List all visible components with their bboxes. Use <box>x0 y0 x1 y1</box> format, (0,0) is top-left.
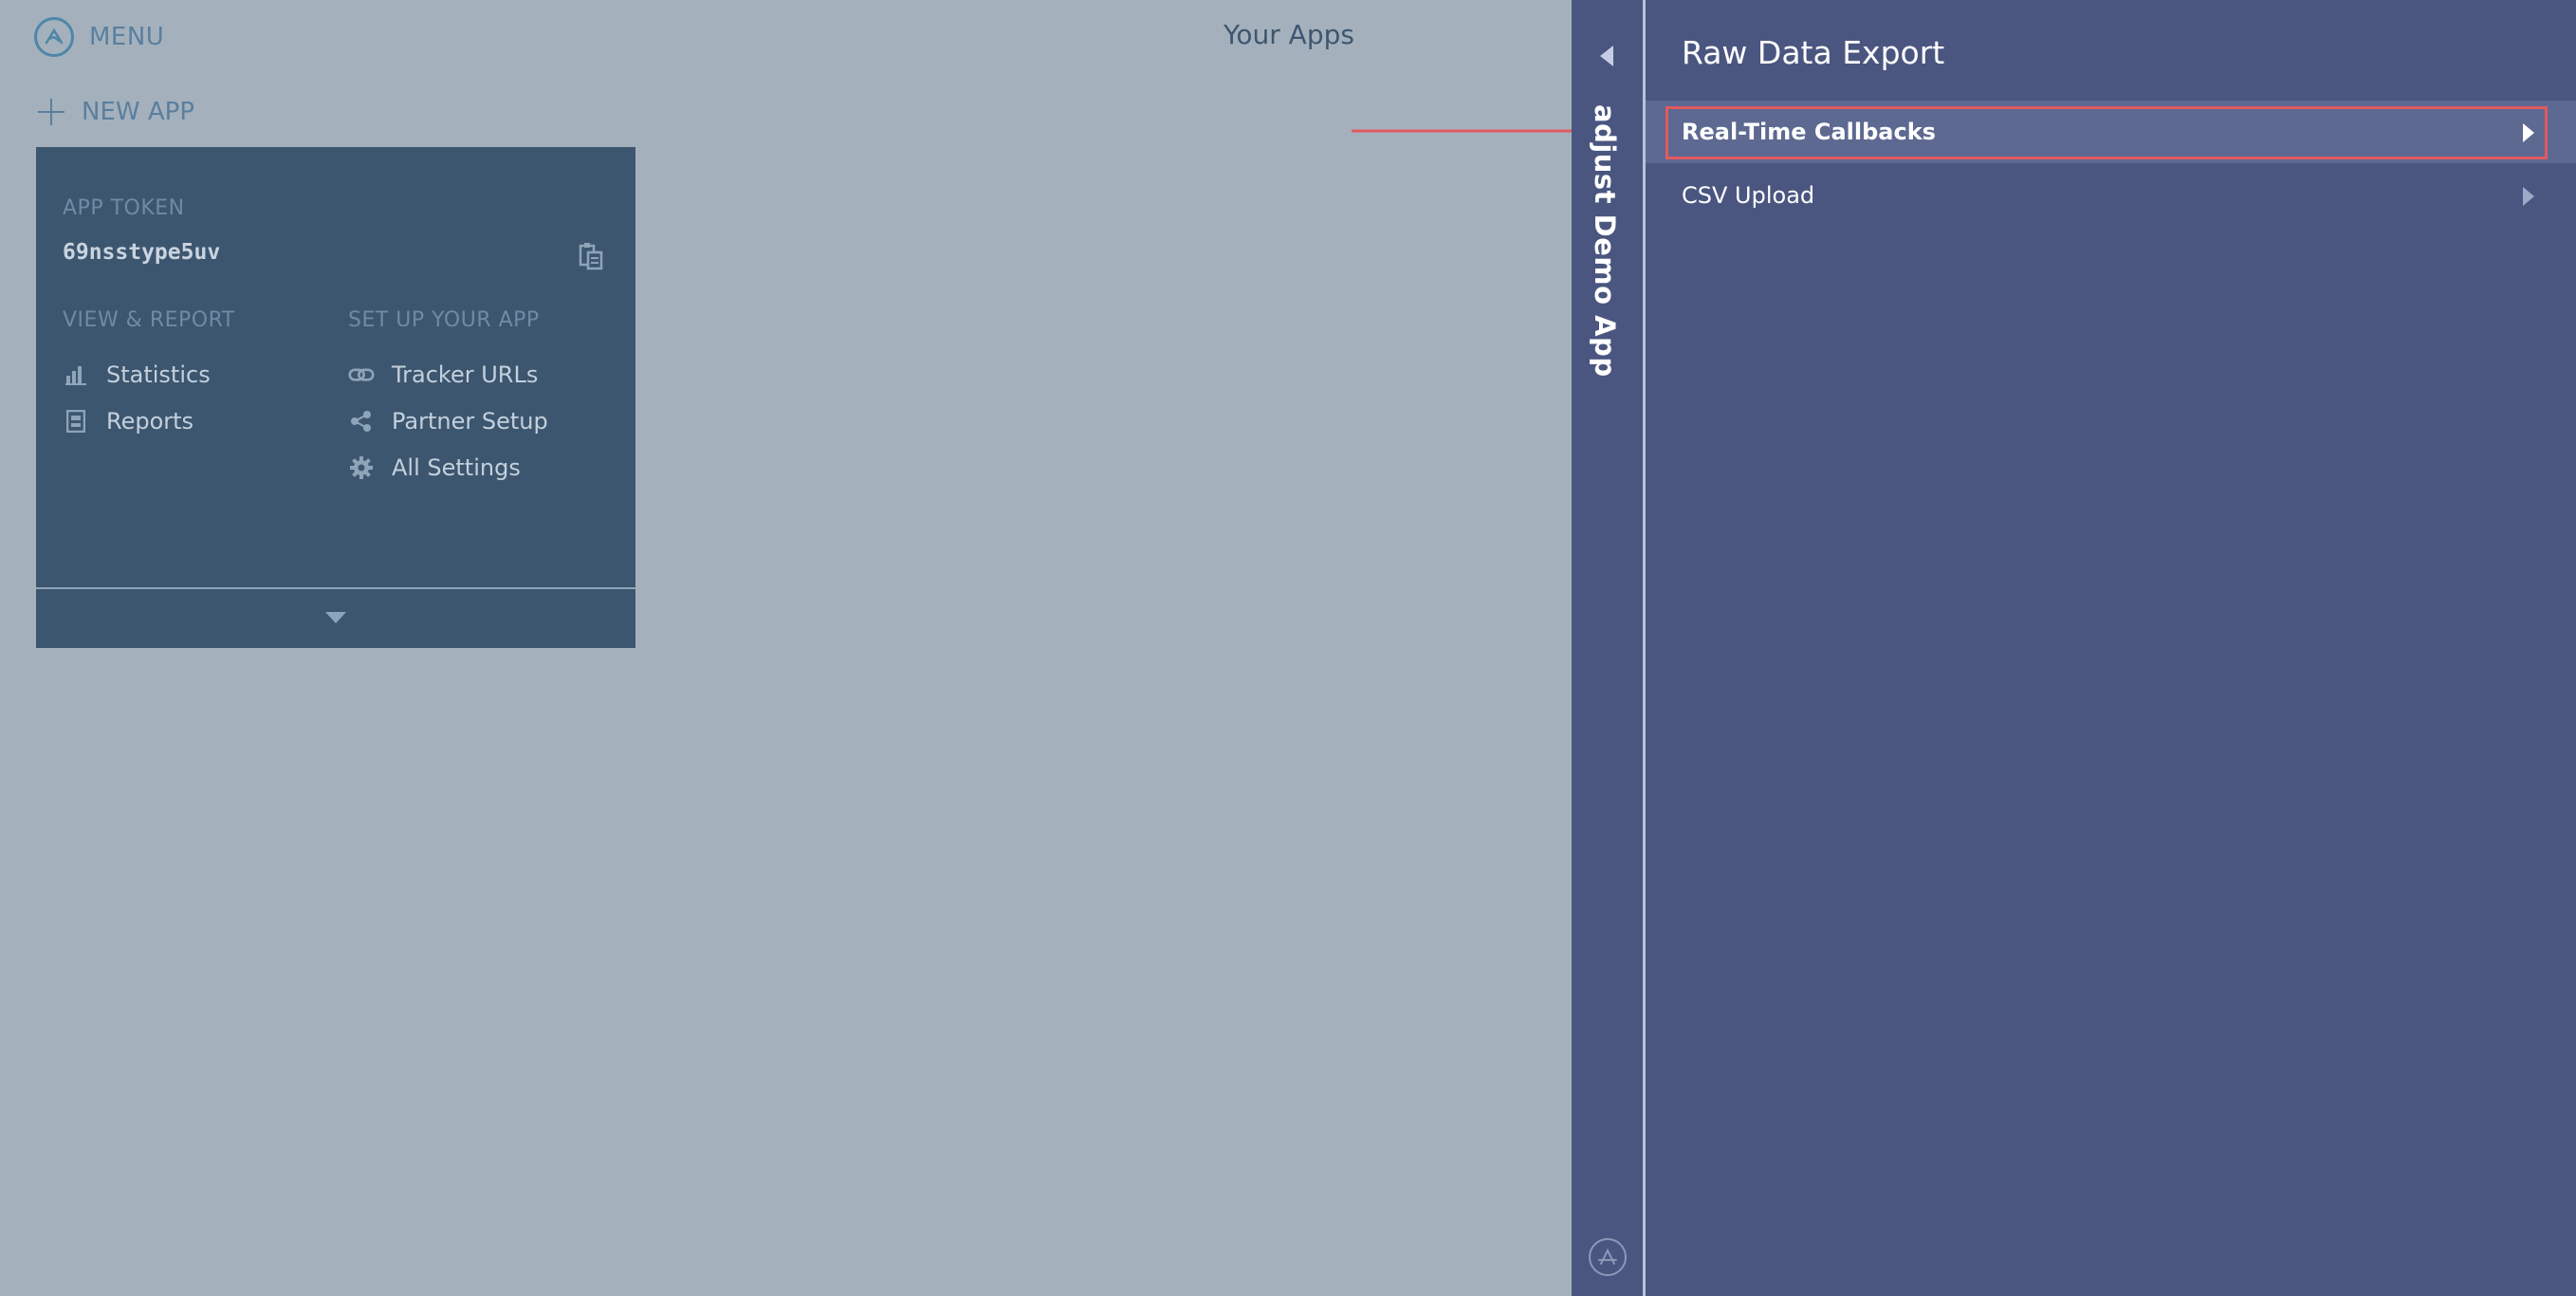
share-icon <box>348 408 375 435</box>
app-name-vertical[interactable]: adjust Demo App <box>1589 104 1621 378</box>
plus-icon <box>38 99 64 125</box>
setup-heading: SET UP YOUR APP <box>348 308 540 332</box>
reports-label: Reports <box>106 407 194 435</box>
menu-item-label: Real-Time Callbacks <box>1682 119 1936 145</box>
app-token-label: APP TOKEN <box>63 196 185 220</box>
partner-setup-link[interactable]: Partner Setup <box>348 398 548 444</box>
menu-item-real-time-callbacks[interactable]: Real-Time Callbacks <box>1646 101 2576 163</box>
menu-item-label: CSV Upload <box>1682 182 1815 209</box>
menu-button[interactable]: MENU <box>34 17 164 57</box>
all-settings-link[interactable]: All Settings <box>348 444 548 491</box>
menu-label: MENU <box>89 23 165 51</box>
clipboard-icon[interactable] <box>579 242 603 274</box>
statistics-link[interactable]: Statistics <box>63 351 235 398</box>
page-title: Your Apps <box>1224 19 1354 50</box>
view-report-column: VIEW & REPORT Statistics Reports <box>63 308 235 444</box>
panel-title: Raw Data Export <box>1682 34 1945 71</box>
chevron-right-icon <box>2523 123 2534 142</box>
tracker-urls-label: Tracker URLs <box>392 361 539 388</box>
new-app-label: NEW APP <box>82 98 194 126</box>
app-store-icon <box>1589 1238 1627 1276</box>
link-icon <box>348 361 375 388</box>
app-card: APP TOKEN 69nsstype5uv VIEW & REPORT Sta… <box>36 147 635 648</box>
app-token-value: 69nsstype5uv <box>63 240 221 265</box>
view-report-heading: VIEW & REPORT <box>63 308 235 332</box>
raw-data-export-panel: Raw Data Export Real-Time Callbacks CSV … <box>1646 0 2576 1296</box>
card-divider <box>36 587 635 589</box>
bar-chart-icon <box>63 361 89 388</box>
all-settings-label: All Settings <box>392 454 521 481</box>
reports-link[interactable]: Reports <box>63 398 235 444</box>
partner-setup-label: Partner Setup <box>392 407 548 435</box>
chevron-right-icon <box>2523 187 2534 206</box>
collapse-panel-icon[interactable] <box>1600 46 1613 66</box>
gear-icon <box>348 454 375 481</box>
adjust-logo-icon <box>34 17 74 57</box>
tracker-urls-link[interactable]: Tracker URLs <box>348 351 548 398</box>
report-icon <box>63 408 89 435</box>
screen: MENU Your Apps NEW APP APP TOKEN 69nssty… <box>0 0 2576 1296</box>
new-app-button[interactable]: NEW APP <box>38 91 194 133</box>
statistics-label: Statistics <box>106 361 211 388</box>
app-rail: adjust Demo App <box>1572 0 1643 1296</box>
menu-item-csv-upload[interactable]: CSV Upload <box>1646 164 2576 227</box>
setup-column: SET UP YOUR APP Tracker URLs Partner Set… <box>348 308 548 491</box>
expand-caret-icon[interactable] <box>325 612 346 623</box>
